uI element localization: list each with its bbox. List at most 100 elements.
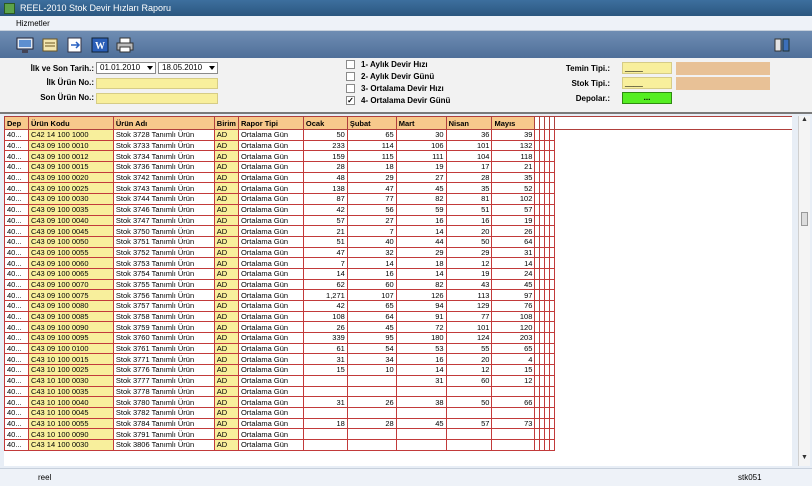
table-cell[interactable]: 82	[395, 193, 447, 205]
table-cell[interactable]	[302, 438, 348, 451]
table-cell[interactable]: Stok 3757 Tanımlı Ürün	[112, 300, 215, 312]
table-cell[interactable]	[445, 406, 493, 419]
vertical-scrollbar[interactable]: ▲ ▼	[798, 116, 810, 466]
table-cell[interactable]: 10	[346, 364, 397, 376]
table-cell[interactable]: 115	[346, 150, 397, 163]
table-cell[interactable]: Stok 3742 Tanımlı Ürün	[112, 171, 215, 184]
table-cell[interactable]: C42 14 100 1000	[27, 129, 114, 141]
table-cell[interactable]: 61	[302, 342, 348, 355]
table-cell[interactable]: 77	[346, 193, 397, 205]
table-cell[interactable]: 60	[346, 278, 397, 291]
table-cell[interactable]	[395, 406, 447, 419]
table-cell[interactable]: 40...	[4, 193, 29, 205]
table-cell[interactable]: 126	[395, 289, 447, 301]
table-cell[interactable]: 16	[346, 267, 397, 280]
option-average-turnover-days[interactable]: ✓ 4- Ortalama Devir Günü	[346, 96, 450, 105]
table-cell[interactable]: 56	[346, 203, 397, 216]
table-row[interactable]: 40... C43 09 100 0045 Stok 3750 Tanımlı Ür…	[4, 225, 793, 237]
table-cell[interactable]: C43 10 100 0025	[27, 364, 114, 376]
export-icon[interactable]	[64, 35, 86, 55]
first-product-input[interactable]	[96, 78, 218, 89]
table-cell[interactable]: 28	[346, 417, 397, 430]
table-cell[interactable]: 1,271	[302, 289, 348, 301]
table-cell[interactable]: 35	[445, 182, 493, 195]
table-cell[interactable]: C43 10 100 0035	[27, 385, 114, 398]
table-cell[interactable]: 16	[395, 353, 447, 366]
table-cell[interactable]: 82	[395, 278, 447, 291]
table-cell[interactable]	[491, 385, 536, 398]
table-cell[interactable]: Ortalama Gün	[237, 332, 304, 344]
table-cell[interactable]: C43 09 100 0035	[27, 203, 114, 216]
table-cell[interactable]: 40...	[4, 289, 29, 301]
table-cell[interactable]: 40...	[4, 417, 29, 430]
scroll-thumb[interactable]	[801, 212, 808, 226]
table-row[interactable]: 40... C43 10 100 0090 Stok 3791 Tanımlı Ür…	[4, 428, 793, 440]
table-row[interactable]: 40... C43 09 100 0025 Stok 3743 Tanımlı Ür…	[4, 182, 793, 195]
table-cell[interactable]: 14	[491, 257, 536, 269]
menu-item-hizmetler[interactable]: Hizmetler	[16, 19, 50, 28]
table-cell[interactable]: 40...	[4, 225, 29, 237]
computer-icon[interactable]	[14, 35, 36, 55]
table-cell[interactable]: AD	[213, 438, 239, 451]
table-cell[interactable]: C43 09 100 0095	[27, 332, 114, 344]
table-row[interactable]: 40... C43 10 100 0045 Stok 3782 Tanımlı Ür…	[4, 406, 793, 419]
table-cell[interactable]: 17	[445, 161, 493, 173]
table-cell[interactable]: 29	[346, 171, 397, 184]
table-cell[interactable]: Stok 3755 Tanımlı Ürün	[112, 278, 215, 291]
table-cell[interactable]: Stok 3778 Tanımlı Ürün	[112, 385, 215, 398]
table-cell[interactable]: AD	[213, 203, 239, 216]
table-cell[interactable]: 16	[445, 214, 493, 227]
table-cell[interactable]: 233	[302, 139, 348, 152]
table-cell[interactable]: Stok 3780 Tanımlı Ürün	[112, 396, 215, 408]
table-cell[interactable]: 64	[491, 235, 536, 248]
table-cell[interactable]: 113	[445, 289, 493, 301]
start-date-picker[interactable]: 01.01.2010	[96, 62, 156, 74]
table-cell[interactable]: 21	[491, 161, 536, 173]
option-average-turnover-rate[interactable]: 3- Ortalama Devir Hızı	[346, 84, 444, 93]
column-header[interactable]: Dep	[4, 116, 29, 130]
table-cell[interactable]: 138	[302, 182, 348, 195]
table-cell[interactable]: AD	[213, 300, 239, 312]
table-cell[interactable]: C43 09 100 0030	[27, 193, 114, 205]
table-cell[interactable]	[445, 385, 493, 398]
table-cell[interactable]: C43 09 100 0040	[27, 214, 114, 227]
table-cell[interactable]: 40...	[4, 438, 29, 451]
table-cell[interactable]: Ortalama Gün	[237, 214, 304, 227]
table-cell[interactable]: Stok 3753 Tanımlı Ürün	[112, 257, 215, 269]
table-cell[interactable]: 38	[395, 396, 447, 408]
table-cell[interactable]: 27	[395, 171, 447, 184]
table-cell[interactable]: Ortalama Gün	[237, 321, 304, 334]
table-cell[interactable]: 51	[445, 203, 493, 216]
table-cell[interactable]: Ortalama Gün	[237, 278, 304, 291]
table-cell[interactable]: 59	[395, 203, 447, 216]
table-cell[interactable]: Stok 3758 Tanımlı Ürün	[112, 310, 215, 323]
table-cell[interactable]: 339	[302, 332, 348, 344]
table-cell[interactable]: 40...	[4, 129, 29, 141]
table-cell[interactable]: Ortalama Gün	[237, 267, 304, 280]
table-cell[interactable]: 20	[445, 225, 493, 237]
table-cell[interactable]: 40...	[4, 428, 29, 440]
table-cell[interactable]: Ortalama Gün	[237, 161, 304, 173]
table-row[interactable]: 40... C43 09 100 0035 Stok 3746 Tanımlı Ür…	[4, 203, 793, 216]
option-monthly-turnover-days[interactable]: 2- Aylık Devir Günü	[346, 72, 434, 81]
table-cell[interactable]: AD	[213, 342, 239, 355]
table-cell[interactable]: Stok 3771 Tanımlı Ürün	[112, 353, 215, 366]
checkbox-checked[interactable]: ✓	[346, 96, 355, 105]
table-cell[interactable]: Ortalama Gün	[237, 193, 304, 205]
table-cell[interactable]: 66	[491, 396, 536, 408]
table-cell[interactable]: Ortalama Gün	[237, 310, 304, 323]
table-row[interactable]: 40... C43 09 100 0010 Stok 3733 Tanımlı Ür…	[4, 139, 793, 152]
table-row[interactable]: 40... C43 09 100 0055 Stok 3752 Tanımlı Ür…	[4, 246, 793, 259]
table-cell[interactable]: AD	[213, 396, 239, 408]
table-cell[interactable]: 14	[302, 267, 348, 280]
table-cell[interactable]: 54	[346, 342, 397, 355]
table-cell[interactable]: 40...	[4, 235, 29, 248]
table-cell[interactable]: C43 09 100 0085	[27, 310, 114, 323]
table-cell[interactable]: 40...	[4, 171, 29, 184]
table-cell[interactable]	[491, 438, 536, 451]
table-cell[interactable]: 76	[491, 300, 536, 312]
table-cell[interactable]: 40...	[4, 139, 29, 152]
table-cell[interactable]	[346, 385, 397, 398]
table-cell[interactable]: 203	[491, 332, 536, 344]
table-cell[interactable]: Ortalama Gün	[237, 374, 304, 387]
